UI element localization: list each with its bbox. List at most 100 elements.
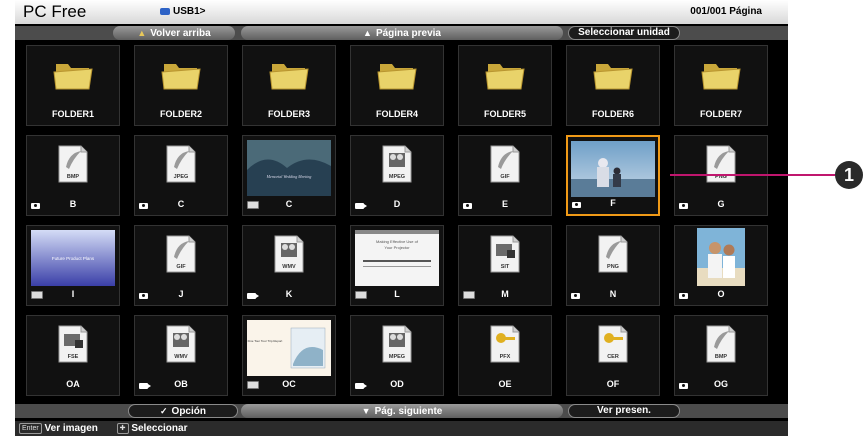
file-item[interactable]: WMV K — [242, 225, 336, 306]
svg-text:Memorial Wedding Meeting: Memorial Wedding Meeting — [266, 174, 312, 179]
item-label: OA — [66, 379, 80, 389]
item-label: J — [178, 289, 184, 299]
file-item[interactable]: FSE OA — [26, 315, 120, 396]
app-title: PC Free — [23, 2, 87, 21]
folder-item[interactable]: FOLDER5 — [458, 45, 552, 126]
next-page-button[interactable]: ▼ Pág. siguiente — [241, 404, 563, 418]
file-icon: JPEG — [166, 145, 196, 183]
item-label: G — [717, 199, 725, 209]
svg-text:MPEG: MPEG — [389, 174, 405, 180]
svg-text:WMV: WMV — [282, 264, 296, 270]
presentation-preview: Future Product Plans — [31, 230, 115, 286]
file-item[interactable]: BMP B — [26, 135, 120, 216]
presentation-preview: Fine Tour Tour Trip Report — [247, 320, 331, 376]
item-label: C — [285, 199, 293, 209]
file-item[interactable]: F — [566, 135, 660, 216]
view-image-hint: Ver imagen — [44, 423, 98, 434]
file-item[interactable]: JPEG C — [134, 135, 228, 216]
svg-text:WMV: WMV — [174, 354, 188, 360]
item-label: OC — [282, 379, 296, 389]
folder-icon — [593, 64, 633, 90]
back-up-button[interactable]: ▲ Volver arriba — [113, 26, 235, 40]
item-label: C — [177, 199, 185, 209]
file-item[interactable]: Future Product Plans I — [26, 225, 120, 306]
file-item[interactable]: Making Effective Use of Your Projector L — [350, 225, 444, 306]
item-label: D — [393, 199, 401, 209]
svg-text:Future Product Plans: Future Product Plans — [52, 256, 95, 261]
select-drive-button[interactable]: Seleccionar unidad — [568, 26, 680, 40]
item-label: FOLDER6 — [591, 109, 634, 119]
file-item[interactable]: Fine Tour Tour Trip Report OC — [242, 315, 336, 396]
file-icon: WMV — [274, 235, 304, 273]
file-icon: BMP — [706, 325, 736, 363]
file-icon: GIF — [166, 235, 196, 273]
file-item[interactable]: Memorial Wedding Meeting C — [242, 135, 336, 216]
slideshow-label: Ver presen. — [597, 405, 651, 416]
file-item[interactable]: PNG N — [566, 225, 660, 306]
svg-text:FSE: FSE — [68, 354, 79, 360]
file-item[interactable]: WMV OB — [134, 315, 228, 396]
callout-marker: 1 — [835, 161, 863, 189]
file-item[interactable]: BMP OG — [674, 315, 768, 396]
file-item[interactable]: MPEG OD — [350, 315, 444, 396]
wrench-icon: ✓ — [160, 406, 168, 416]
file-item[interactable]: SIT M — [458, 225, 552, 306]
arrow-down-icon: ▼ — [361, 406, 371, 416]
option-label: Opción — [171, 406, 206, 417]
item-label: I — [71, 289, 75, 299]
item-label: F — [610, 198, 616, 208]
item-label: FOLDER4 — [375, 109, 418, 119]
svg-text:GIF: GIF — [176, 264, 186, 270]
file-icon: FSE — [58, 325, 88, 363]
page-indicator: 001/001 Página — [690, 6, 762, 17]
item-label: FOLDER1 — [51, 109, 94, 119]
file-icon: PNG — [706, 145, 736, 183]
folder-icon — [377, 64, 417, 90]
item-label: B — [69, 199, 77, 209]
svg-text:PFX: PFX — [500, 354, 511, 360]
folder-item[interactable]: FOLDER3 — [242, 45, 336, 126]
svg-text:Making Effective Use of: Making Effective Use of — [376, 239, 419, 244]
item-label: OD — [390, 379, 404, 389]
current-path: USB1> — [160, 6, 206, 17]
item-label: K — [285, 289, 293, 299]
presentation-preview: Making Effective Use of Your Projector — [355, 230, 439, 286]
option-button[interactable]: ✓ Opción — [128, 404, 238, 418]
item-label: OE — [498, 379, 512, 389]
file-item[interactable]: GIF E — [458, 135, 552, 216]
folder-item[interactable]: FOLDER4 — [350, 45, 444, 126]
file-item[interactable]: GIF J — [134, 225, 228, 306]
item-label: L — [394, 289, 400, 299]
svg-text:JPEG: JPEG — [174, 174, 189, 180]
file-icon: MPEG — [382, 325, 412, 363]
item-label: OB — [174, 379, 188, 389]
file-item[interactable]: O — [674, 225, 768, 306]
svg-text:BMP: BMP — [715, 354, 728, 360]
file-icon: GIF — [490, 145, 520, 183]
folder-item[interactable]: FOLDER6 — [566, 45, 660, 126]
svg-text:Your Projector: Your Projector — [384, 245, 410, 250]
folder-icon — [485, 64, 525, 90]
slideshow-button[interactable]: Ver presen. — [568, 404, 680, 418]
folder-item[interactable]: FOLDER2 — [134, 45, 228, 126]
folder-icon — [701, 64, 741, 90]
folder-item[interactable]: FOLDER7 — [674, 45, 768, 126]
back-up-label: Volver arriba — [150, 28, 211, 39]
file-icon: WMV — [166, 325, 196, 363]
title-bar: PC Free USB1> 001/001 Página — [15, 0, 788, 24]
callout-line — [670, 174, 835, 176]
enter-key-icon: Enter — [19, 422, 42, 434]
previous-page-button[interactable]: ▲ Página previa — [241, 26, 563, 40]
folder-item[interactable]: FOLDER1 — [26, 45, 120, 126]
file-item[interactable]: CER OF — [566, 315, 660, 396]
path-label: USB1> — [173, 6, 206, 17]
file-icon: CER — [598, 325, 628, 363]
file-item[interactable]: PFX OE — [458, 315, 552, 396]
photo-thumbnail — [697, 228, 745, 286]
item-label: E — [501, 199, 508, 209]
file-item[interactable]: MPEG D — [350, 135, 444, 216]
bottom-navigation-bar: ✓ Opción ▼ Pág. siguiente Ver presen. — [15, 404, 788, 418]
usb-drive-icon — [160, 7, 170, 15]
file-icon: PFX — [490, 325, 520, 363]
photo-thumbnail — [571, 141, 655, 197]
